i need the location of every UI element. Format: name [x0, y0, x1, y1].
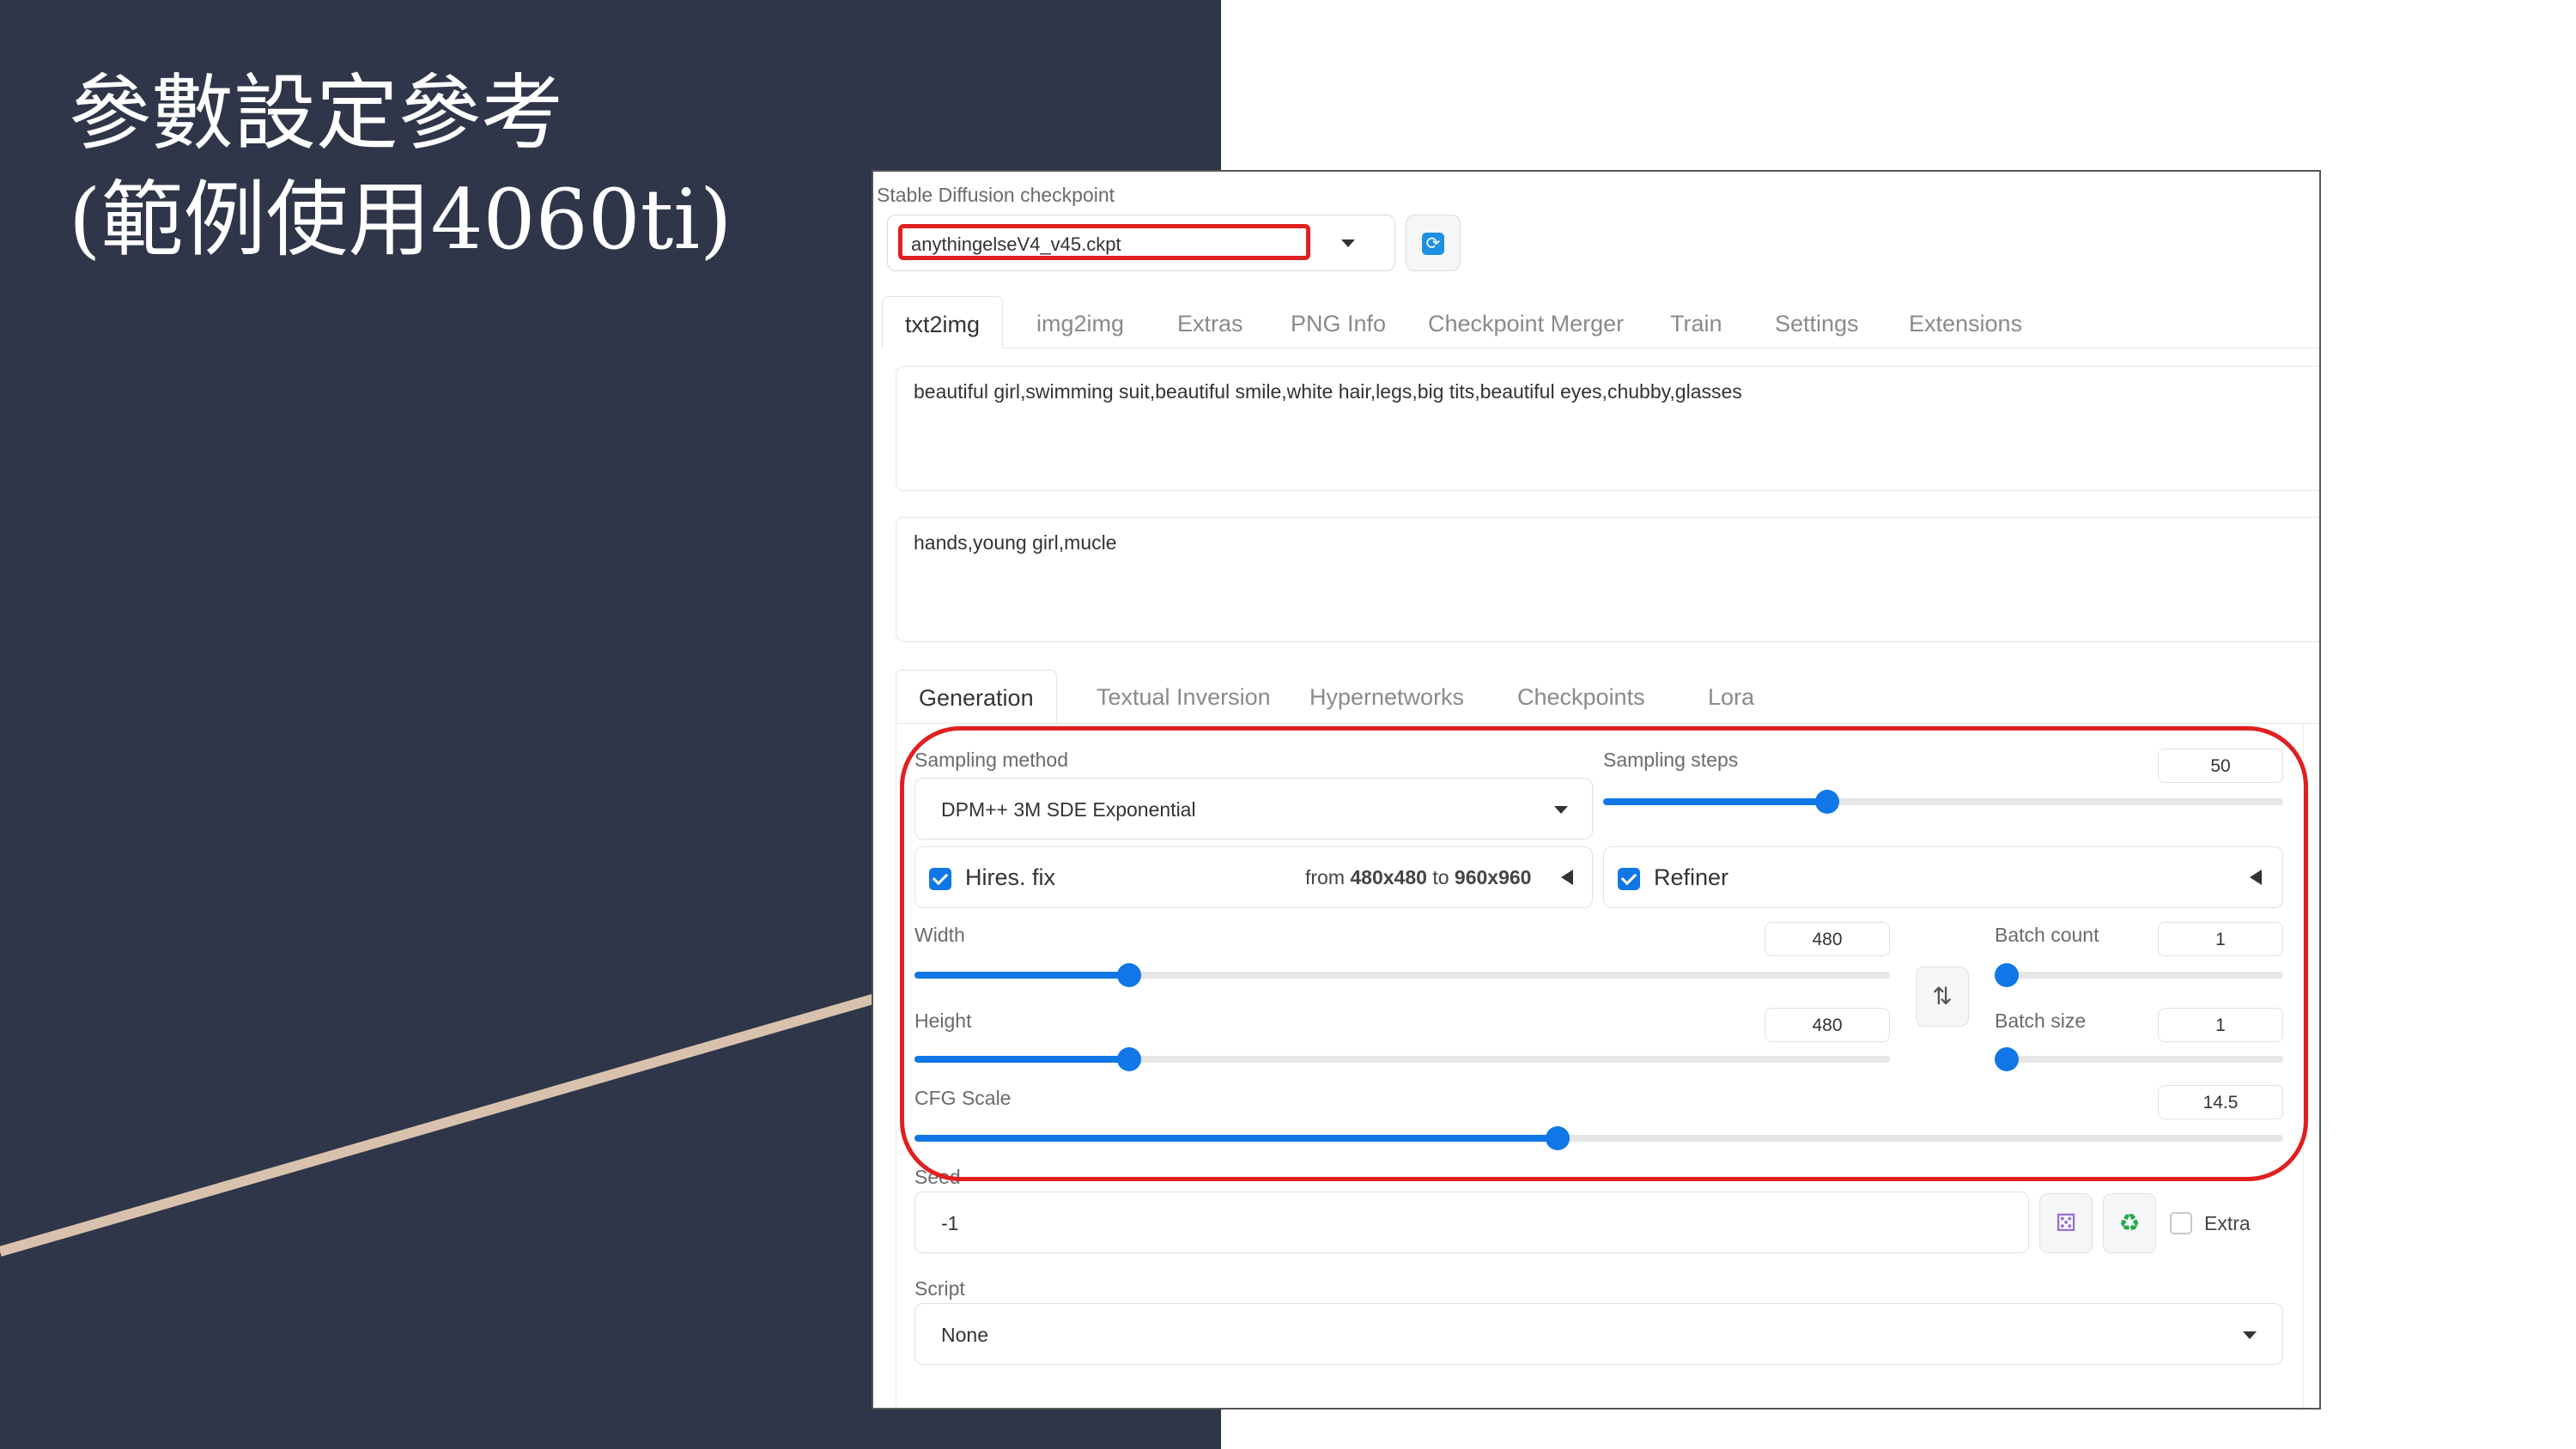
hires-to-value: 960x960 — [1454, 866, 1532, 888]
tab-img2img[interactable]: img2img — [1036, 296, 1124, 348]
sampling-method-value: DPM++ 3M SDE Exponential — [941, 798, 1196, 821]
width-input[interactable]: 480 — [1765, 922, 1890, 956]
seed-label: Seed — [914, 1166, 961, 1188]
tab-hypernetworks[interactable]: Hypernetworks — [1309, 670, 1464, 721]
checkpoint-label: Stable Diffusion checkpoint — [877, 184, 1115, 206]
batch-count-slider[interactable] — [1995, 963, 2283, 987]
batch-size-input[interactable]: 1 — [2158, 1008, 2283, 1042]
sampling-steps-slider[interactable] — [1603, 790, 2283, 814]
hires-from-value: 480x480 — [1350, 866, 1427, 888]
webui-screenshot: Stable Diffusion checkpoint anythingelse… — [872, 170, 2321, 1410]
tab-textual-inversion[interactable]: Textual Inversion — [1097, 670, 1271, 721]
checkpoint-dropdown[interactable]: anythingelseV4_v45.ckpt — [887, 215, 1395, 271]
slider-fill — [914, 1135, 1558, 1142]
cfg-scale-label: CFG Scale — [914, 1087, 1012, 1109]
tab-checkpoint-merger[interactable]: Checkpoint Merger — [1428, 296, 1624, 348]
chevron-down-icon — [2243, 1331, 2257, 1339]
width-label: Width — [914, 924, 965, 946]
batch-size-slider[interactable] — [1995, 1047, 2283, 1071]
height-label: Height — [914, 1009, 972, 1032]
chevron-down-icon — [1554, 806, 1568, 814]
slider-thumb[interactable] — [1546, 1126, 1571, 1150]
refiner-checkbox[interactable] — [1618, 868, 1640, 890]
decorative-diagonal-line — [0, 991, 886, 1257]
collapse-arrow-icon — [1561, 870, 1573, 885]
script-value: None — [941, 1324, 988, 1346]
batch-count-label: Batch count — [1995, 924, 2099, 946]
checkpoint-value: anythingelseV4_v45.ckpt — [898, 224, 1310, 260]
swap-vertical-icon: ⇅ — [1932, 983, 1953, 1009]
batch-count-input[interactable]: 1 — [2158, 922, 2283, 956]
tab-extras[interactable]: Extras — [1177, 296, 1243, 348]
tab-lora[interactable]: Lora — [1708, 670, 1754, 721]
hires-fix-summary: from 480x480 to 960x960 — [1305, 866, 1531, 889]
hires-fix-label: Hires. fix — [965, 864, 1056, 890]
height-slider[interactable] — [914, 1047, 1890, 1071]
slider-thumb[interactable] — [1116, 963, 1141, 987]
reuse-seed-button[interactable]: ♻ — [2103, 1193, 2156, 1253]
seed-input[interactable]: -1 — [914, 1191, 2029, 1253]
hires-fix-checkbox[interactable] — [929, 868, 951, 890]
cfg-scale-slider[interactable] — [914, 1126, 2283, 1150]
script-label: Script — [914, 1277, 965, 1300]
hires-to-prefix: to — [1432, 866, 1449, 888]
tab-txt2img[interactable]: txt2img — [882, 296, 1004, 349]
hires-fix-accordion[interactable]: Hires. fix from 480x480 to 960x960 — [914, 846, 1593, 908]
script-dropdown[interactable]: None — [914, 1303, 2283, 1365]
slider-fill — [1603, 798, 1828, 805]
sampling-steps-label: Sampling steps — [1603, 749, 1739, 771]
width-slider[interactable] — [914, 963, 1890, 987]
refresh-icon: ⟳ — [1422, 233, 1444, 255]
sampling-method-dropdown[interactable]: DPM++ 3M SDE Exponential — [914, 778, 1593, 840]
dice-icon: ⚄ — [2055, 1210, 2077, 1236]
extra-seed-label: Extra — [2204, 1212, 2251, 1234]
positive-prompt-input[interactable]: beautiful girl,swimming suit,beautiful s… — [896, 366, 2319, 491]
tab-train[interactable]: Train — [1670, 296, 1722, 348]
refresh-checkpoint-button[interactable]: ⟳ — [1406, 215, 1461, 271]
tab-settings[interactable]: Settings — [1775, 296, 1859, 348]
main-tabs: txt2img img2img Extras PNG Info Checkpoi… — [882, 296, 2319, 349]
cfg-scale-input[interactable]: 14.5 — [2158, 1085, 2283, 1119]
recycle-icon: ♻ — [2118, 1210, 2141, 1236]
extra-seed-checkbox[interactable] — [2170, 1212, 2192, 1234]
hires-from-prefix: from — [1305, 866, 1345, 888]
negative-prompt-input[interactable]: hands,young girl,mucle — [896, 517, 2319, 642]
swap-dimensions-button[interactable]: ⇅ — [1916, 967, 1969, 1027]
sampling-steps-input[interactable]: 50 — [2158, 749, 2283, 783]
sampling-method-label: Sampling method — [914, 749, 1068, 771]
slider-thumb[interactable] — [1995, 963, 2019, 987]
slider-thumb[interactable] — [1995, 1047, 2019, 1071]
generation-tabs: Generation Textual Inversion Hypernetwor… — [896, 670, 2319, 724]
slider-fill — [914, 972, 1129, 979]
random-seed-button[interactable]: ⚄ — [2039, 1193, 2093, 1253]
tab-generation[interactable]: Generation — [896, 670, 1057, 723]
tab-png-info[interactable]: PNG Info — [1291, 296, 1386, 348]
collapse-arrow-icon — [2250, 870, 2262, 885]
batch-size-label: Batch size — [1995, 1009, 2087, 1032]
slider-thumb[interactable] — [1116, 1047, 1141, 1071]
tab-checkpoints[interactable]: Checkpoints — [1517, 670, 1645, 721]
refiner-accordion[interactable]: Refiner — [1603, 846, 2283, 908]
refiner-label: Refiner — [1654, 864, 1729, 890]
height-input[interactable]: 480 — [1765, 1008, 1890, 1042]
chevron-down-icon — [1341, 239, 1355, 247]
slider-fill — [914, 1056, 1129, 1063]
tab-extensions[interactable]: Extensions — [1909, 296, 2022, 348]
